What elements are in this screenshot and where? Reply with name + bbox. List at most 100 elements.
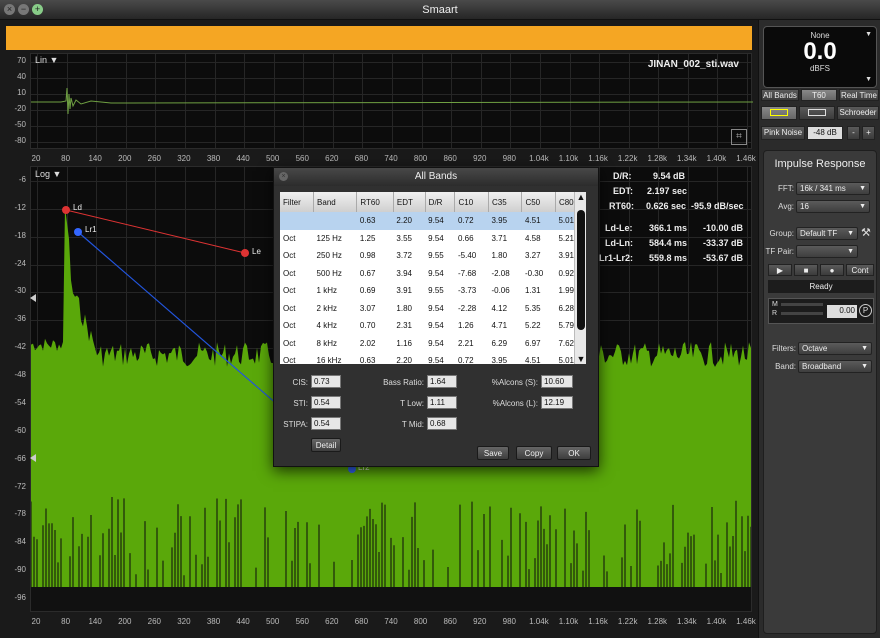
column-header[interactable]: EDT: [393, 192, 426, 212]
table-row[interactable]: Oct 16 kHz 0.63 2.20 9.54 0.72 3.95 4.51 5.01: [280, 352, 586, 364]
column-header[interactable]: RT60: [356, 192, 394, 212]
table-row[interactable]: Oct 4 kHz 0.70 2.31 9.54 1.26 4.71 5.22 5.79: [280, 317, 586, 335]
scroll-thumb[interactable]: [577, 210, 585, 330]
crop-icon[interactable]: ⌗: [731, 129, 747, 145]
table-cell: -2.08: [491, 268, 510, 278]
tools-icon[interactable]: ⚒: [861, 226, 871, 239]
marker-lr1[interactable]: [74, 228, 82, 236]
delay-finder-icon[interactable]: P: [859, 304, 872, 317]
column-header[interactable]: C50: [521, 192, 556, 212]
save-button[interactable]: Save: [477, 446, 509, 460]
group-select[interactable]: Default TF ▼: [796, 227, 858, 240]
table-cell: 1.80: [491, 251, 508, 261]
table-cell: 125 Hz: [316, 233, 342, 243]
column-header[interactable]: C10: [454, 192, 489, 212]
cis-value: 0.73: [311, 375, 341, 388]
level-down-button[interactable]: -: [847, 126, 860, 140]
dual-pane-icon[interactable]: [799, 106, 835, 120]
ok-button[interactable]: OK: [557, 446, 591, 460]
x-tick-label: 380: [206, 154, 221, 163]
table-row[interactable]: Oct 8 kHz 2.02 1.16 9.54 2.21 6.29 6.97 7.62: [280, 335, 586, 353]
delay-value[interactable]: 0.00: [827, 305, 857, 318]
table-scrollbar[interactable]: ▲ ▼: [574, 192, 586, 364]
pink-noise-button[interactable]: Pink Noise: [761, 126, 805, 140]
tf-pair-select[interactable]: ▼: [796, 245, 858, 258]
schroeder-button[interactable]: Schroeder: [837, 106, 879, 120]
y-tick-label: -36: [14, 314, 26, 324]
x-tick-label: 800: [413, 617, 428, 626]
table-cell: 1.25: [359, 233, 376, 243]
fft-select[interactable]: 16k / 341 ms ▼: [796, 182, 870, 195]
stipa-label: STIPA:: [283, 420, 308, 429]
lower-threshold-handle[interactable]: [30, 454, 36, 462]
continuous-button[interactable]: Cont: [846, 264, 874, 276]
table-row[interactable]: Oct 250 Hz 0.98 3.72 9.55 -5.40 1.80 3.27 3.91: [280, 247, 586, 265]
detail-button[interactable]: Detail: [311, 438, 341, 452]
table-cell: -7.68: [457, 268, 477, 278]
group-label: Group:: [769, 229, 794, 238]
scroll-up-icon[interactable]: ▲: [575, 192, 587, 202]
table-cell: 9.54: [428, 233, 444, 243]
table-cell: 0.98: [359, 251, 376, 261]
pink-noise-level[interactable]: -48 dB: [807, 126, 843, 140]
ldle-label: Ld-Le:: [605, 223, 633, 233]
y-tick-label: -80: [14, 136, 26, 145]
level-up-button[interactable]: +: [862, 126, 875, 140]
y-tick-label: -30: [14, 286, 26, 296]
alcons-s-label: %Alcons (S):: [491, 378, 538, 387]
table-cell: 1.26: [457, 321, 474, 331]
t60-button[interactable]: T60: [801, 89, 837, 101]
copy-button[interactable]: Copy: [516, 446, 552, 460]
table-cell: 5.22: [524, 321, 541, 331]
table-cell: Oct: [283, 303, 296, 313]
table-row[interactable]: Oct 1 kHz 0.69 3.91 9.55 -3.73 -0.06 1.31 1.99: [280, 282, 586, 300]
y-tick-label: 40: [17, 72, 26, 81]
column-header[interactable]: Filter: [280, 192, 315, 212]
time-domain-plot[interactable]: Lin ▼ JINAN_002_sti.wav ⌗: [30, 53, 753, 149]
record-button[interactable]: ●: [820, 264, 844, 276]
x-tick-label: 1.04k: [529, 617, 549, 626]
real-time-button[interactable]: Real Time: [839, 89, 879, 101]
stop-button[interactable]: ■: [794, 264, 818, 276]
meter-unit-menu-icon[interactable]: ▼: [865, 76, 872, 83]
x-tick-label: 320: [177, 154, 191, 163]
t-mid-label: T Mid:: [401, 420, 424, 429]
bands-table[interactable]: Filter Band RT60 EDT D/R C10 C35 C50 C80 0.63 2.2…: [280, 192, 586, 364]
table-cell: Oct: [283, 286, 296, 296]
column-header[interactable]: D/R: [425, 192, 456, 212]
table-cell: 0.63: [359, 356, 376, 364]
table-cell: 4.51: [521, 212, 556, 230]
x-tick-label: 200: [118, 617, 132, 626]
table-row[interactable]: Oct 500 Hz 0.67 3.94 9.54 -7.68 -2.08 -0.30 0.92: [280, 265, 586, 283]
rt60-value: 0.626 sec: [646, 201, 687, 211]
x-tick-label: 440: [236, 154, 250, 163]
column-header[interactable]: C35: [488, 192, 523, 212]
single-pane-icon[interactable]: [761, 106, 797, 120]
table-cell: 0.66: [457, 233, 474, 243]
play-button[interactable]: ▶: [768, 264, 792, 276]
group-value: Default TF: [800, 229, 838, 238]
table-row[interactable]: 0.63 2.20 9.54 0.72 3.95 4.51 5.01: [280, 212, 586, 230]
table-cell: 0.63: [356, 212, 394, 230]
scroll-down-icon[interactable]: ▼: [575, 354, 587, 364]
input-meter[interactable]: None 0.0 dBFS ▼ ▼: [763, 26, 877, 88]
marker-le[interactable]: [241, 249, 249, 257]
meter-menu-icon[interactable]: ▼: [865, 31, 872, 38]
filters-select[interactable]: Octave ▼: [798, 342, 872, 355]
column-header[interactable]: Band: [313, 192, 358, 212]
log-scale-toggle[interactable]: Log ▼: [35, 169, 61, 179]
all-bands-button[interactable]: All Bands: [761, 89, 799, 101]
table-cell: 1.16: [396, 338, 412, 348]
close-icon[interactable]: ×: [279, 172, 288, 181]
upper-threshold-handle[interactable]: [30, 294, 36, 302]
avg-select[interactable]: 16 ▼: [796, 200, 870, 213]
x-tick-label: 1.10k: [558, 617, 579, 626]
table-row[interactable]: Oct 125 Hz 1.25 3.55 9.54 0.66 3.71 4.58 5.21: [280, 230, 586, 248]
table-row[interactable]: Oct 2 kHz 3.07 1.80 9.54 -2.28 4.12 5.35 6.28: [280, 300, 586, 318]
band-select[interactable]: Broadband ▼: [798, 360, 872, 373]
table-cell: 1.31: [524, 286, 541, 296]
table-cell: 0.70: [359, 321, 376, 331]
marker-ld[interactable]: [62, 206, 70, 214]
table-cell: 3.71: [491, 233, 508, 243]
table-cell: 2.20: [393, 212, 426, 230]
